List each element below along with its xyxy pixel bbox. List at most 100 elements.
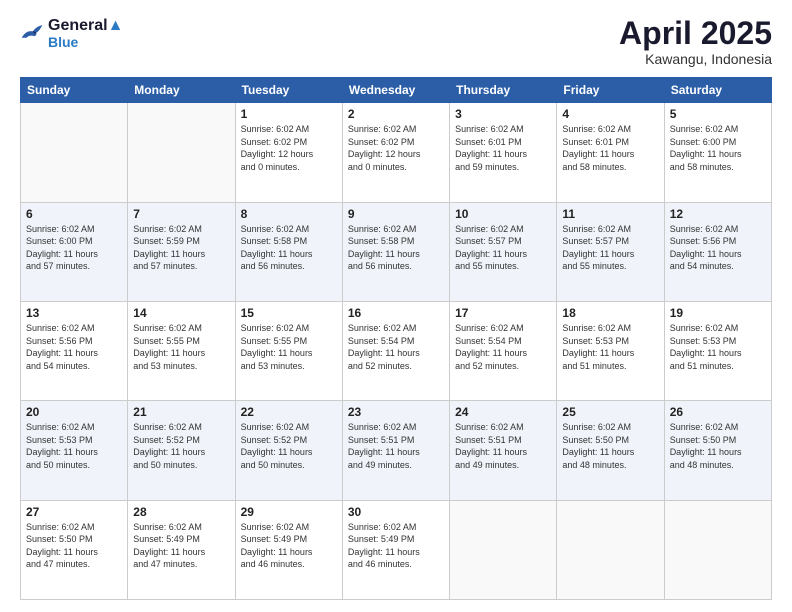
table-cell: 20 Sunrise: 6:02 AM Sunset: 5:53 PM Dayli… xyxy=(21,401,128,500)
table-cell: 17Sunrise: 6:02 AM Sunset: 5:54 PM Dayli… xyxy=(450,301,557,400)
day-info: Sunrise: 6:02 AM Sunset: 5:58 PM Dayligh… xyxy=(348,223,444,273)
table-cell: 24 Sunrise: 6:02 AM Sunset: 5:51 PM Dayli… xyxy=(450,401,557,500)
week-row-3: 13 Sunrise: 6:02 AM Sunset: 5:56 PM Dayli… xyxy=(21,301,772,400)
table-cell: 12 Sunrise: 6:02 AM Sunset: 5:56 PM Dayli… xyxy=(664,202,771,301)
week-row-1: 1 Sunrise: 6:02 AM Sunset: 6:02 PM Daylig… xyxy=(21,103,772,202)
table-cell xyxy=(557,500,664,599)
day-number: 23 xyxy=(348,405,444,419)
table-cell: 26 Sunrise: 6:02 AM Sunset: 5:50 PM Dayli… xyxy=(664,401,771,500)
table-cell: 15Sunrise: 6:02 AM Sunset: 5:55 PM Dayli… xyxy=(235,301,342,400)
calendar: SundayMondayTuesdayWednesdayThursdayFrid… xyxy=(20,77,772,600)
day-number: 30 xyxy=(348,505,444,519)
day-number: 19 xyxy=(670,306,766,320)
table-cell: 21 Sunrise: 6:02 AM Sunset: 5:52 PM Dayli… xyxy=(128,401,235,500)
weekday-monday: Monday xyxy=(128,78,235,103)
day-number: 12 xyxy=(670,207,766,221)
day-info: Sunrise: 6:02 AM Sunset: 5:57 PM Dayligh… xyxy=(455,223,551,273)
day-info: Sunrise: 6:02 AM Sunset: 6:00 PM Dayligh… xyxy=(26,223,122,273)
weekday-sunday: Sunday xyxy=(21,78,128,103)
day-number: 11 xyxy=(562,207,658,221)
day-number: 10 xyxy=(455,207,551,221)
table-cell xyxy=(664,500,771,599)
day-number: 20 xyxy=(26,405,122,419)
day-info: Sunrise: 6:02 AM Sunset: 5:56 PM Dayligh… xyxy=(26,322,122,372)
table-cell xyxy=(21,103,128,202)
day-number: 1 xyxy=(241,107,337,121)
table-cell: 30 Sunrise: 6:02 AM Sunset: 5:49 PM Dayli… xyxy=(342,500,449,599)
day-info: Sunrise: 6:02 AM Sunset: 5:59 PM Dayligh… xyxy=(133,223,229,273)
title-block: April 2025 Kawangu, Indonesia xyxy=(619,16,772,67)
day-number: 18 xyxy=(562,306,658,320)
weekday-tuesday: Tuesday xyxy=(235,78,342,103)
table-cell: 3 Sunrise: 6:02 AM Sunset: 6:01 PM Daylig… xyxy=(450,103,557,202)
day-number: 26 xyxy=(670,405,766,419)
table-cell: 22Sunrise: 6:02 AM Sunset: 5:52 PM Dayli… xyxy=(235,401,342,500)
day-info: Sunrise: 6:02 AM Sunset: 6:02 PM Dayligh… xyxy=(241,123,337,173)
day-number: 13 xyxy=(26,306,122,320)
day-info: Sunrise: 6:02 AM Sunset: 5:52 PM Dayligh… xyxy=(133,421,229,471)
table-cell: 8 Sunrise: 6:02 AM Sunset: 5:58 PM Daylig… xyxy=(235,202,342,301)
day-number: 24 xyxy=(455,405,551,419)
table-cell xyxy=(128,103,235,202)
weekday-thursday: Thursday xyxy=(450,78,557,103)
day-number: 8 xyxy=(241,207,337,221)
table-cell: 10 Sunrise: 6:02 AM Sunset: 5:57 PM Dayli… xyxy=(450,202,557,301)
day-info: Sunrise: 6:02 AM Sunset: 5:51 PM Dayligh… xyxy=(455,421,551,471)
weekday-saturday: Saturday xyxy=(664,78,771,103)
table-cell: 9 Sunrise: 6:02 AM Sunset: 5:58 PM Daylig… xyxy=(342,202,449,301)
logo: General▲ Blue xyxy=(20,16,123,51)
day-number: 9 xyxy=(348,207,444,221)
table-cell: 6 Sunrise: 6:02 AM Sunset: 6:00 PM Daylig… xyxy=(21,202,128,301)
day-info: Sunrise: 6:02 AM Sunset: 5:49 PM Dayligh… xyxy=(241,521,337,571)
header: General▲ Blue April 2025 Kawangu, Indone… xyxy=(20,16,772,67)
day-number: 28 xyxy=(133,505,229,519)
table-cell: 27 Sunrise: 6:02 AM Sunset: 5:50 PM Dayli… xyxy=(21,500,128,599)
day-info: Sunrise: 6:02 AM Sunset: 6:00 PM Dayligh… xyxy=(670,123,766,173)
month-title: April 2025 xyxy=(619,16,772,51)
day-info: Sunrise: 6:02 AM Sunset: 5:58 PM Dayligh… xyxy=(241,223,337,273)
table-cell: 29 Sunrise: 6:02 AM Sunset: 5:49 PM Dayli… xyxy=(235,500,342,599)
table-cell: 14 Sunrise: 6:02 AM Sunset: 5:55 PM Dayli… xyxy=(128,301,235,400)
day-number: 5 xyxy=(670,107,766,121)
day-info: Sunrise: 6:02 AM Sunset: 5:56 PM Dayligh… xyxy=(670,223,766,273)
day-info: Sunrise: 6:02 AM Sunset: 5:49 PM Dayligh… xyxy=(133,521,229,571)
table-cell: 4Sunrise: 6:02 AM Sunset: 6:01 PM Daylig… xyxy=(557,103,664,202)
table-cell: 7Sunrise: 6:02 AM Sunset: 5:59 PM Daylig… xyxy=(128,202,235,301)
table-cell: 23 Sunrise: 6:02 AM Sunset: 5:51 PM Dayli… xyxy=(342,401,449,500)
day-number: 16 xyxy=(348,306,444,320)
day-number: 27 xyxy=(26,505,122,519)
day-info: Sunrise: 6:02 AM Sunset: 5:55 PM Dayligh… xyxy=(241,322,337,372)
weekday-header-row: SundayMondayTuesdayWednesdayThursdayFrid… xyxy=(21,78,772,103)
day-number: 29 xyxy=(241,505,337,519)
week-row-5: 27 Sunrise: 6:02 AM Sunset: 5:50 PM Dayli… xyxy=(21,500,772,599)
day-info: Sunrise: 6:02 AM Sunset: 5:53 PM Dayligh… xyxy=(562,322,658,372)
day-number: 2 xyxy=(348,107,444,121)
day-info: Sunrise: 6:02 AM Sunset: 5:50 PM Dayligh… xyxy=(26,521,122,571)
week-row-4: 20 Sunrise: 6:02 AM Sunset: 5:53 PM Dayli… xyxy=(21,401,772,500)
table-cell: 25 Sunrise: 6:02 AM Sunset: 5:50 PM Dayli… xyxy=(557,401,664,500)
logo-text: General▲ Blue xyxy=(48,16,123,51)
day-info: Sunrise: 6:02 AM Sunset: 5:50 PM Dayligh… xyxy=(670,421,766,471)
day-number: 17 xyxy=(455,306,551,320)
day-info: Sunrise: 6:02 AM Sunset: 5:55 PM Dayligh… xyxy=(133,322,229,372)
day-number: 14 xyxy=(133,306,229,320)
table-cell: 18 Sunrise: 6:02 AM Sunset: 5:53 PM Dayli… xyxy=(557,301,664,400)
table-cell xyxy=(450,500,557,599)
day-number: 3 xyxy=(455,107,551,121)
table-cell: 11Sunrise: 6:02 AM Sunset: 5:57 PM Dayli… xyxy=(557,202,664,301)
day-info: Sunrise: 6:02 AM Sunset: 5:51 PM Dayligh… xyxy=(348,421,444,471)
day-info: Sunrise: 6:02 AM Sunset: 5:53 PM Dayligh… xyxy=(26,421,122,471)
day-info: Sunrise: 6:02 AM Sunset: 5:49 PM Dayligh… xyxy=(348,521,444,571)
day-number: 21 xyxy=(133,405,229,419)
page: General▲ Blue April 2025 Kawangu, Indone… xyxy=(0,0,792,612)
weekday-wednesday: Wednesday xyxy=(342,78,449,103)
day-info: Sunrise: 6:02 AM Sunset: 6:02 PM Dayligh… xyxy=(348,123,444,173)
day-info: Sunrise: 6:02 AM Sunset: 5:53 PM Dayligh… xyxy=(670,322,766,372)
day-info: Sunrise: 6:02 AM Sunset: 6:01 PM Dayligh… xyxy=(455,123,551,173)
table-cell: 5 Sunrise: 6:02 AM Sunset: 6:00 PM Daylig… xyxy=(664,103,771,202)
week-row-2: 6 Sunrise: 6:02 AM Sunset: 6:00 PM Daylig… xyxy=(21,202,772,301)
day-number: 6 xyxy=(26,207,122,221)
day-info: Sunrise: 6:02 AM Sunset: 5:50 PM Dayligh… xyxy=(562,421,658,471)
day-number: 25 xyxy=(562,405,658,419)
table-cell: 19 Sunrise: 6:02 AM Sunset: 5:53 PM Dayli… xyxy=(664,301,771,400)
